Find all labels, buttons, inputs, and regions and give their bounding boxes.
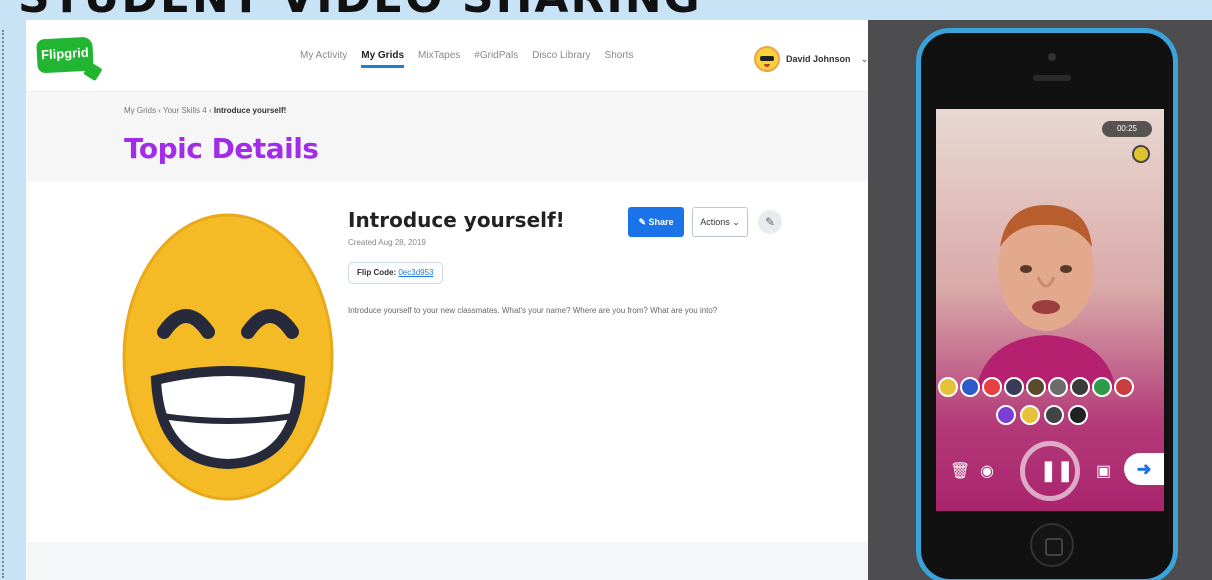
breadcrumb: My Grids ‹ Your Skills 4 ‹ Introduce you… [124,106,286,115]
grinning-emoji-image [122,213,334,501]
user-menu[interactable]: David Johnson ⌄ [754,46,868,72]
brush-icon[interactable] [1044,405,1064,425]
nav-links: My Activity My Grids MixTapes #GridPals … [300,50,634,68]
user-name[interactable]: David Johnson [786,54,851,64]
flip-code-label: Flip Code: [357,268,397,277]
share-button[interactable]: ✎ Share [628,207,684,237]
chevron-down-icon[interactable]: ⌄ [861,54,868,65]
topic-content: Introduce yourself! Created Aug 28, 2019… [26,182,868,542]
actions-dropdown[interactable]: Actions ⌄ [692,207,748,237]
browser-window: Flipgrid My Activity My Grids MixTapes #… [26,20,868,580]
sticker-option-icon[interactable] [1004,377,1024,397]
chevron-down-icon: ⌄ [732,217,740,227]
recording-timer: 00:25 [1102,121,1152,137]
phone-panel: 00:25 🗑 ◉ ❚❚ ▣ ➜ [868,20,1212,580]
page-header: My Grids ‹ Your Skills 4 ‹ Introduce you… [26,92,868,182]
actions-label: Actions [700,217,730,227]
nav-mixtapes[interactable]: MixTapes [418,50,460,61]
page-title: Topic Details [124,132,319,165]
sticker-option-icon[interactable] [1026,377,1046,397]
avatar[interactable] [754,46,780,72]
pen-icon[interactable]: ✎ [758,210,782,234]
breadcrumb-current: Introduce yourself! [213,106,287,115]
share-label: Share [648,217,674,227]
slide-border [2,30,4,578]
speaker-grille [1033,75,1071,81]
top-navigation: Flipgrid My Activity My Grids MixTapes #… [26,20,868,92]
topic-prompt: Introduce yourself to your new classmate… [348,306,718,315]
flip-code-badge[interactable]: Flip Code: 0ec3d953 [348,262,443,284]
sticker-tray [938,377,1134,397]
sticker-option-icon[interactable] [1114,377,1134,397]
text-icon[interactable] [1068,405,1088,425]
sticker-option-icon[interactable] [982,377,1002,397]
breadcrumb-my-grids[interactable]: My Grids [124,106,156,115]
camera-icon[interactable]: ◉ [980,461,994,481]
tool-tray [996,405,1088,425]
student-video-feed [976,205,1116,389]
flipgrid-logo[interactable]: Flipgrid [36,36,94,74]
image-icon[interactable]: ▣ [1096,461,1111,481]
nav-gridpals[interactable]: #GridPals [474,50,518,61]
sticker-option-icon[interactable] [1048,377,1068,397]
sticker-option-icon[interactable] [1092,377,1112,397]
sticker-toggle-icon[interactable] [1132,145,1150,163]
trash-icon[interactable]: 🗑 [950,461,970,481]
sticker-option-icon[interactable] [960,377,980,397]
filter-icon[interactable] [996,405,1016,425]
nav-disco-library[interactable]: Disco Library [532,50,590,61]
topic-title: Introduce yourself! [348,208,565,232]
created-date: Created Aug 28, 2019 [348,238,426,247]
slide-heading: STUDENT VIDEO SHARING [18,0,702,20]
sticker-option-icon[interactable] [1070,377,1090,397]
breadcrumb-grid[interactable]: Your Skills 4 [163,106,207,115]
flip-code-link[interactable]: 0ec3d953 [398,268,433,277]
pause-icon[interactable]: ❚❚ [1040,459,1074,483]
home-button[interactable] [1030,523,1074,567]
front-camera-icon [1048,53,1056,61]
nav-my-activity[interactable]: My Activity [300,50,347,61]
phone-device: 00:25 🗑 ◉ ❚❚ ▣ ➜ [916,28,1178,580]
nav-my-grids[interactable]: My Grids [361,50,404,68]
share-icon: ✎ [638,217,649,227]
camera-screen: 00:25 🗑 ◉ ❚❚ ▣ ➜ [936,109,1164,511]
footer-strip [26,542,868,580]
emoji-icon[interactable] [1020,405,1040,425]
nav-shorts[interactable]: Shorts [605,50,634,61]
arrow-right-icon[interactable]: ➜ [1124,453,1164,485]
sticker-option-icon[interactable] [938,377,958,397]
